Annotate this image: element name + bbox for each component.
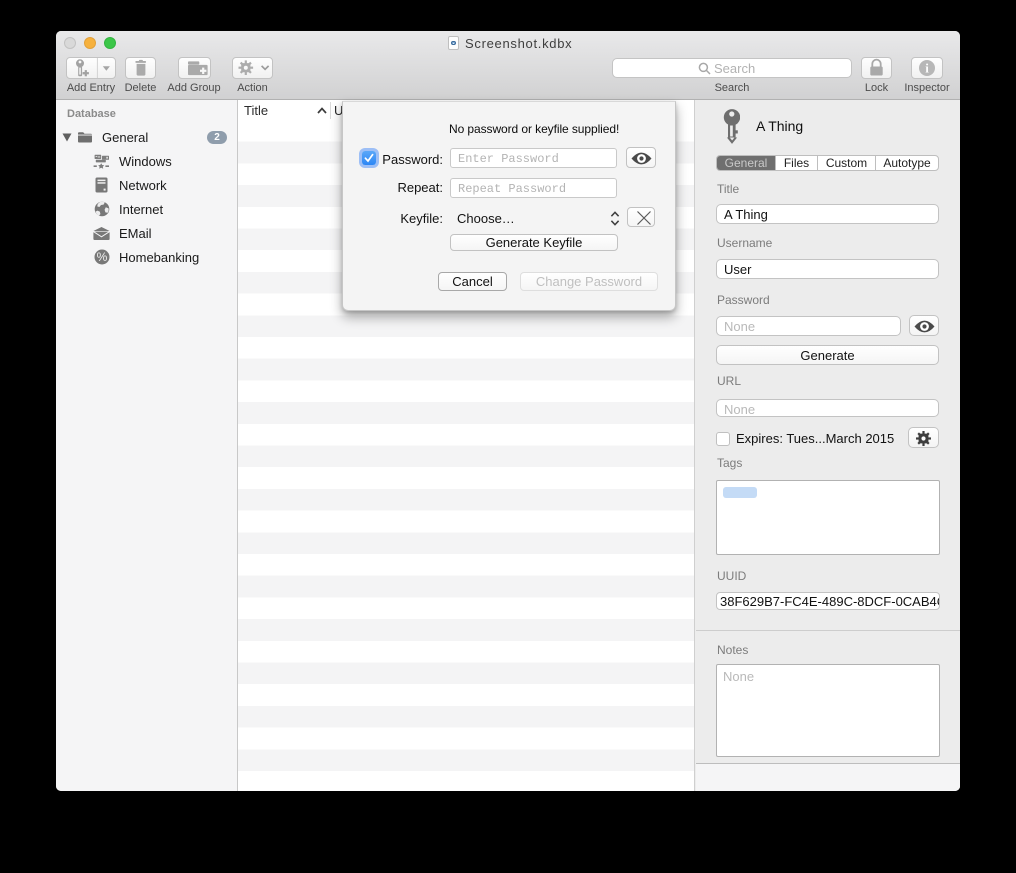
svg-text:i: i	[925, 61, 929, 76]
svg-text:%: %	[97, 250, 108, 264]
